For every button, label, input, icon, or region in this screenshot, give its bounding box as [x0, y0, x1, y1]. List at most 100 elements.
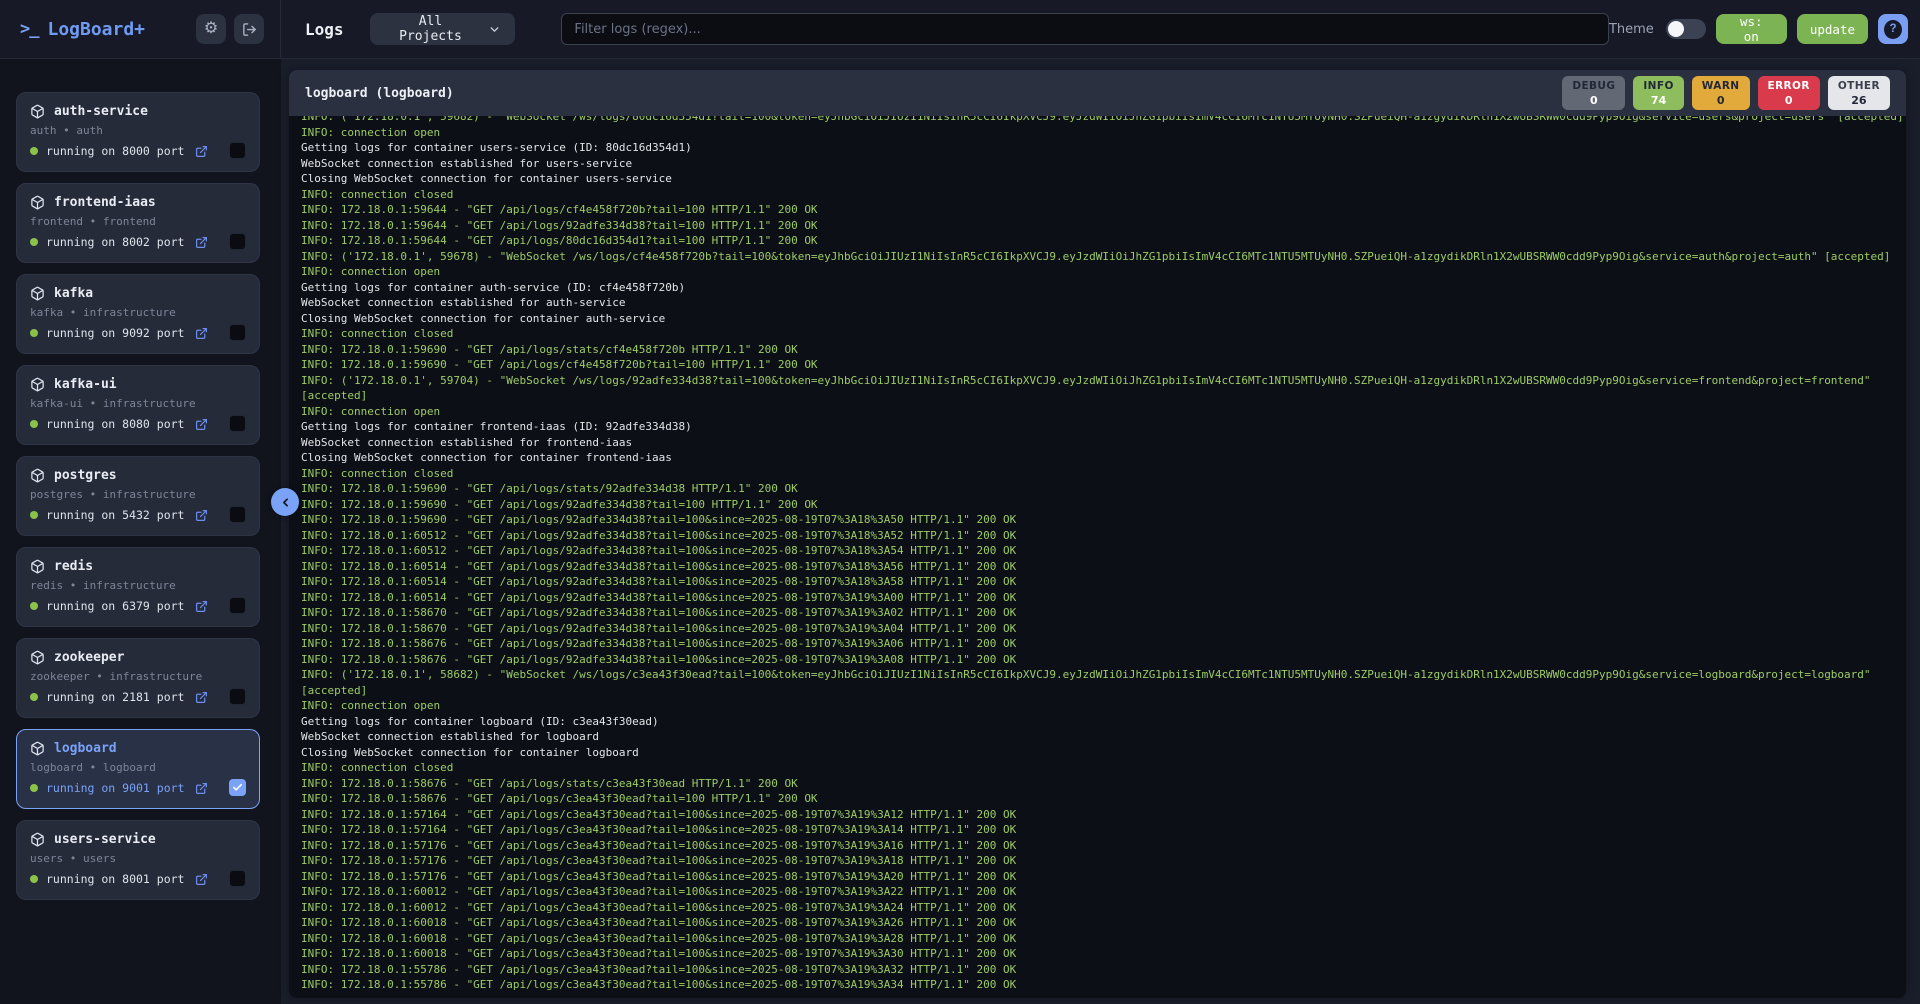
log-line: INFO: 172.18.0.1:57164 - "GET /api/logs/…: [301, 822, 1901, 838]
sidebar-collapse-button[interactable]: [271, 488, 299, 516]
status-dot-icon: [30, 238, 38, 246]
log-line: INFO: 172.18.0.1:60018 - "GET /api/logs/…: [301, 946, 1901, 962]
service-select-checkbox[interactable]: [229, 506, 246, 523]
sidebar-header: >_ LogBoard+ ⚙: [0, 0, 281, 58]
log-line: INFO: 172.18.0.1:58670 - "GET /api/logs/…: [301, 621, 1901, 637]
service-card-header: kafka: [30, 286, 246, 301]
service-select-checkbox[interactable]: [229, 779, 246, 796]
service-card[interactable]: kafka kafka • infrastructure running on …: [16, 274, 260, 354]
service-status: running on 8002 port: [30, 235, 246, 249]
service-status: running on 8000 port: [30, 144, 246, 158]
service-card[interactable]: redis redis • infrastructure running on …: [16, 547, 260, 627]
main-header: Logs All Projects Theme ws: on update ?: [281, 0, 1920, 58]
log-line: Getting logs for container logboard (ID:…: [301, 714, 1901, 730]
status-dot-icon: [30, 602, 38, 610]
badge-label: WARN: [1702, 80, 1740, 93]
external-link-icon[interactable]: [195, 236, 208, 249]
external-link-icon[interactable]: [195, 327, 208, 340]
websocket-status-button[interactable]: ws: on: [1716, 14, 1787, 44]
log-line: WebSocket connection established for log…: [301, 729, 1901, 745]
log-line: INFO: 172.18.0.1:59644 - "GET /api/logs/…: [301, 218, 1901, 234]
log-filter-input[interactable]: [561, 13, 1609, 45]
service-name: kafka-ui: [54, 377, 117, 392]
project-filter-dropdown[interactable]: All Projects: [370, 13, 516, 45]
project-filter-label: All Projects: [384, 14, 478, 44]
status-dot-icon: [30, 693, 38, 701]
service-card[interactable]: users-service users • users running on 8…: [16, 820, 260, 900]
top-bar: >_ LogBoard+ ⚙ Logs All Projects: [0, 0, 1920, 59]
theme-toggle[interactable]: [1666, 19, 1706, 39]
log-line: INFO: 172.18.0.1:58676 - "GET /api/logs/…: [301, 652, 1901, 668]
external-link-icon[interactable]: [195, 600, 208, 613]
service-card-header: postgres: [30, 468, 246, 483]
service-meta: logboard • logboard: [30, 761, 246, 774]
log-line: INFO: connection closed: [301, 466, 1901, 482]
service-card[interactable]: kafka-ui kafka-ui • infrastructure runni…: [16, 365, 260, 445]
badge-label: ERROR: [1768, 80, 1810, 93]
log-line: INFO: 172.18.0.1:60514 - "GET /api/logs/…: [301, 574, 1901, 590]
status-dot-icon: [30, 329, 38, 337]
service-card[interactable]: postgres postgres • infrastructure runni…: [16, 456, 260, 536]
external-link-icon[interactable]: [195, 873, 208, 886]
log-line: INFO: connection open: [301, 125, 1901, 141]
service-card[interactable]: auth-service auth • auth running on 8000…: [16, 92, 260, 172]
settings-button[interactable]: ⚙: [196, 14, 226, 44]
external-link-icon[interactable]: [195, 782, 208, 795]
service-name: users-service: [54, 832, 156, 847]
log-panel: logboard (logboard) DEBUG 0 INFO 74: [289, 70, 1906, 998]
service-status: running on 5432 port: [30, 508, 246, 522]
help-button[interactable]: ?: [1878, 14, 1908, 44]
service-select-checkbox[interactable]: [229, 324, 246, 341]
log-level-badge: DEBUG 0: [1562, 76, 1625, 110]
service-select-checkbox[interactable]: [229, 415, 246, 432]
service-select-checkbox[interactable]: [229, 597, 246, 614]
external-link-icon[interactable]: [195, 145, 208, 158]
log-line: INFO: 172.18.0.1:58676 - "GET /api/logs/…: [301, 636, 1901, 652]
container-cube-icon: [30, 104, 45, 119]
logout-button[interactable]: [234, 14, 264, 44]
service-meta: zookeeper • infrastructure: [30, 670, 246, 683]
log-line: INFO: connection open: [301, 698, 1901, 714]
log-line: WebSocket connection established for fro…: [301, 435, 1901, 451]
service-select-checkbox[interactable]: [229, 870, 246, 887]
external-link-icon[interactable]: [195, 691, 208, 704]
update-button[interactable]: update: [1797, 14, 1868, 44]
service-status-text: running on 6379 port: [46, 599, 184, 613]
service-select-checkbox[interactable]: [229, 233, 246, 250]
log-line: Getting logs for container users-service…: [301, 140, 1901, 156]
service-card[interactable]: frontend-iaas frontend • frontend runnin…: [16, 183, 260, 263]
log-line: Getting logs for container frontend-iaas…: [301, 419, 1901, 435]
main-content: logboard (logboard) DEBUG 0 INFO 74: [281, 59, 1920, 1004]
external-link-icon[interactable]: [195, 509, 208, 522]
service-card-header: logboard: [30, 741, 246, 756]
header-controls: Theme ws: on update ?: [1609, 14, 1908, 44]
logboard-app: >_ LogBoard+ ⚙ Logs All Projects: [0, 0, 1920, 1004]
container-cube-icon: [30, 741, 45, 756]
container-cube-icon: [30, 832, 45, 847]
container-cube-icon: [30, 286, 45, 301]
log-line: INFO: 172.18.0.1:55786 - "GET /api/logs/…: [301, 977, 1901, 993]
service-select-checkbox[interactable]: [229, 688, 246, 705]
service-card-header: users-service: [30, 832, 246, 847]
service-status: running on 9092 port: [30, 326, 246, 340]
badge-count: 0: [1702, 94, 1740, 107]
log-line: [accepted]: [301, 683, 1901, 699]
log-output[interactable]: INFO: ('172.18.0.1', 59682) - "WebSocket…: [289, 116, 1906, 998]
service-status-text: running on 8002 port: [46, 235, 184, 249]
external-link-icon[interactable]: [195, 418, 208, 431]
log-line: INFO: connection closed: [301, 760, 1901, 776]
gear-icon: ⚙: [204, 21, 218, 37]
container-cube-icon: [30, 559, 45, 574]
log-line: INFO: 172.18.0.1:60514 - "GET /api/logs/…: [301, 559, 1901, 575]
status-dot-icon: [30, 875, 38, 883]
log-line: INFO: 172.18.0.1:59690 - "GET /api/logs/…: [301, 357, 1901, 373]
service-name: kafka: [54, 286, 93, 301]
badge-label: OTHER: [1838, 80, 1880, 93]
log-line: INFO: connection closed: [301, 326, 1901, 342]
service-card[interactable]: zookeeper zookeeper • infrastructure run…: [16, 638, 260, 718]
badge-label: DEBUG: [1572, 80, 1615, 93]
service-card[interactable]: logboard logboard • logboard running on …: [16, 729, 260, 809]
log-line: INFO: 172.18.0.1:58670 - "GET /api/logs/…: [301, 605, 1901, 621]
service-select-checkbox[interactable]: [229, 142, 246, 159]
service-status-text: running on 2181 port: [46, 690, 184, 704]
